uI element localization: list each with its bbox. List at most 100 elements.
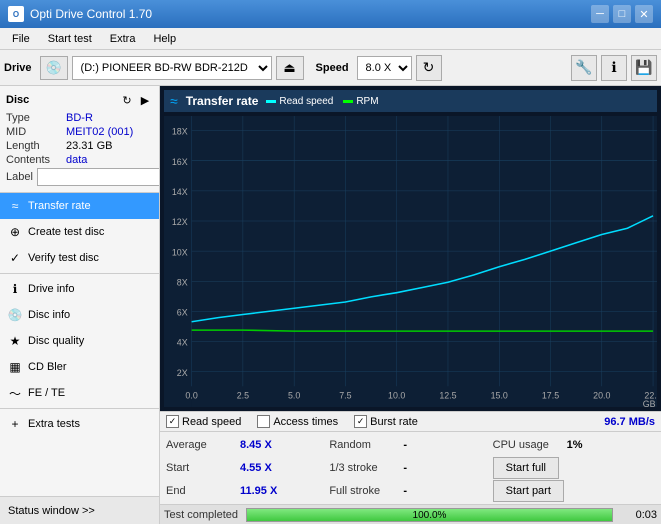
status-window-button[interactable]: Status window >> (0, 496, 159, 524)
minimize-button[interactable]: ─ (591, 5, 609, 23)
stat-average-value: 8.45 X (240, 439, 272, 451)
checkbox-access-times[interactable]: Access times (257, 415, 338, 428)
drive-icon-button[interactable]: 💿 (40, 56, 68, 80)
svg-text:8X: 8X (177, 277, 188, 287)
legend-read-speed: Read speed (266, 96, 333, 107)
stat-start-value: 4.55 X (240, 462, 272, 474)
transfer-rate-icon: ≈ (8, 199, 22, 213)
nav-extra-tests-label: Extra tests (28, 418, 80, 430)
stat-random-row: Random - (329, 434, 491, 456)
disc-panel: Disc ↻ ▶ Type BD-R MID MEIT02 (001) Leng… (0, 86, 159, 193)
stat-start-part-row: Start part (493, 480, 655, 502)
access-times-checkbox (257, 415, 270, 428)
svg-text:4X: 4X (177, 337, 188, 347)
burst-rate-checkbox-label: Burst rate (370, 416, 418, 428)
stat-cpu-value: 1% (567, 439, 583, 451)
disc-icons: ↻ ▶ (119, 92, 153, 108)
svg-text:12.5: 12.5 (439, 390, 456, 400)
nav-verify-test-disc[interactable]: ✓ Verify test disc (0, 245, 159, 271)
disc-quality-icon: ★ (8, 334, 22, 348)
svg-text:10X: 10X (172, 247, 188, 257)
menu-start-test[interactable]: Start test (40, 31, 100, 47)
disc-label-input[interactable] (37, 168, 160, 186)
main-layout: Disc ↻ ▶ Type BD-R MID MEIT02 (001) Leng… (0, 86, 661, 524)
disc-length-value: 23.31 GB (66, 140, 112, 152)
disc-contents-value: data (66, 154, 87, 166)
nav-disc-info[interactable]: 💿 Disc info (0, 302, 159, 328)
checkboxes-row: ✓ Read speed Access times ✓ Burst rate 9… (160, 412, 661, 432)
legend-read-speed-label: Read speed (279, 96, 333, 107)
nav-drive-info-label: Drive info (28, 283, 74, 295)
drive-select[interactable]: (D:) PIONEER BD-RW BDR-212D 1.00 (72, 56, 272, 80)
svg-text:GB: GB (643, 399, 656, 407)
settings-button[interactable]: 🔧 (571, 55, 597, 81)
stat-average-row: Average 8.45 X (166, 434, 328, 456)
menu-help[interactable]: Help (145, 31, 184, 47)
svg-text:10.0: 10.0 (388, 390, 405, 400)
close-button[interactable]: ✕ (635, 5, 653, 23)
disc-refresh-icon[interactable]: ↻ (119, 92, 135, 108)
verify-test-disc-icon: ✓ (8, 251, 22, 265)
stat-end-row: End 11.95 X (166, 480, 328, 502)
fe-te-icon: 〜 (8, 386, 22, 400)
drive-label: Drive (4, 62, 32, 74)
legend-read-speed-dot (266, 100, 276, 103)
speed-label: Speed (316, 62, 349, 74)
app-icon: O (8, 6, 24, 22)
checkbox-burst-rate[interactable]: ✓ Burst rate (354, 415, 418, 428)
eject-button[interactable]: ⏏ (276, 56, 304, 80)
disc-mid-row: MID MEIT02 (001) (6, 126, 153, 138)
nav-transfer-rate[interactable]: ≈ Transfer rate (0, 193, 159, 219)
disc-header: Disc ↻ ▶ (6, 92, 153, 108)
chart-legend: Read speed RPM (266, 96, 378, 107)
svg-text:16X: 16X (172, 157, 188, 167)
disc-length-label: Length (6, 140, 66, 152)
save-button[interactable]: 💾 (631, 55, 657, 81)
disc-length-row: Length 23.31 GB (6, 140, 153, 152)
content-area: ≈ Transfer rate Read speed RPM (160, 86, 661, 524)
stat-full-stroke-row: Full stroke - (329, 480, 491, 502)
progress-text: 100.0% (247, 509, 612, 522)
svg-text:12X: 12X (172, 217, 188, 227)
progress-bar: 100.0% (246, 508, 613, 522)
start-part-button[interactable]: Start part (493, 480, 564, 502)
menu-file[interactable]: File (4, 31, 38, 47)
nav-fe-te[interactable]: 〜 FE / TE (0, 380, 159, 406)
nav-separator-1 (0, 273, 159, 274)
nav-extra-tests[interactable]: + Extra tests (0, 411, 159, 437)
svg-text:2X: 2X (177, 368, 188, 378)
progress-bar-container: Test completed 100.0% 0:03 (160, 504, 661, 524)
stat-full-stroke-value: - (403, 485, 407, 497)
chart-svg-area: 18X 16X 14X 12X 10X 8X 6X 4X 2X 0.0 2.5 … (164, 116, 657, 407)
nav-cd-bler[interactable]: ▦ CD Bler (0, 354, 159, 380)
burst-rate-value: 96.7 MB/s (604, 416, 655, 428)
maximize-button[interactable]: □ (613, 5, 631, 23)
svg-text:15.0: 15.0 (491, 390, 508, 400)
app-title: Opti Drive Control 1.70 (30, 7, 152, 21)
status-text: Test completed (164, 509, 238, 521)
menu-extra[interactable]: Extra (102, 31, 144, 47)
stats-rows: Average 8.45 X Random - CPU usage 1% Sta… (160, 432, 661, 504)
info-button[interactable]: ℹ (601, 55, 627, 81)
nav-drive-info[interactable]: ℹ Drive info (0, 276, 159, 302)
create-test-disc-icon: ⊕ (8, 225, 22, 239)
speed-select[interactable]: 8.0 X (357, 56, 412, 80)
stat-start-row: Start 4.55 X (166, 457, 328, 479)
nav-disc-quality[interactable]: ★ Disc quality (0, 328, 159, 354)
checkbox-read-speed[interactable]: ✓ Read speed (166, 415, 241, 428)
stat-start-label: Start (166, 462, 236, 474)
disc-info-icon[interactable]: ▶ (137, 92, 153, 108)
stat-average-label: Average (166, 439, 236, 451)
svg-text:5.0: 5.0 (288, 390, 300, 400)
start-full-button[interactable]: Start full (493, 457, 559, 479)
nav-cd-bler-label: CD Bler (28, 361, 67, 373)
disc-type-value: BD-R (66, 112, 93, 124)
title-bar-left: O Opti Drive Control 1.70 (8, 6, 152, 22)
nav-verify-test-disc-label: Verify test disc (28, 252, 99, 264)
nav-create-test-disc[interactable]: ⊕ Create test disc (0, 219, 159, 245)
nav-disc-info-label: Disc info (28, 309, 70, 321)
stat-random-value: - (403, 439, 407, 451)
refresh-button[interactable]: ↻ (416, 55, 442, 81)
stat-random-label: Random (329, 439, 399, 451)
disc-mid-value: MEIT02 (001) (66, 126, 133, 138)
